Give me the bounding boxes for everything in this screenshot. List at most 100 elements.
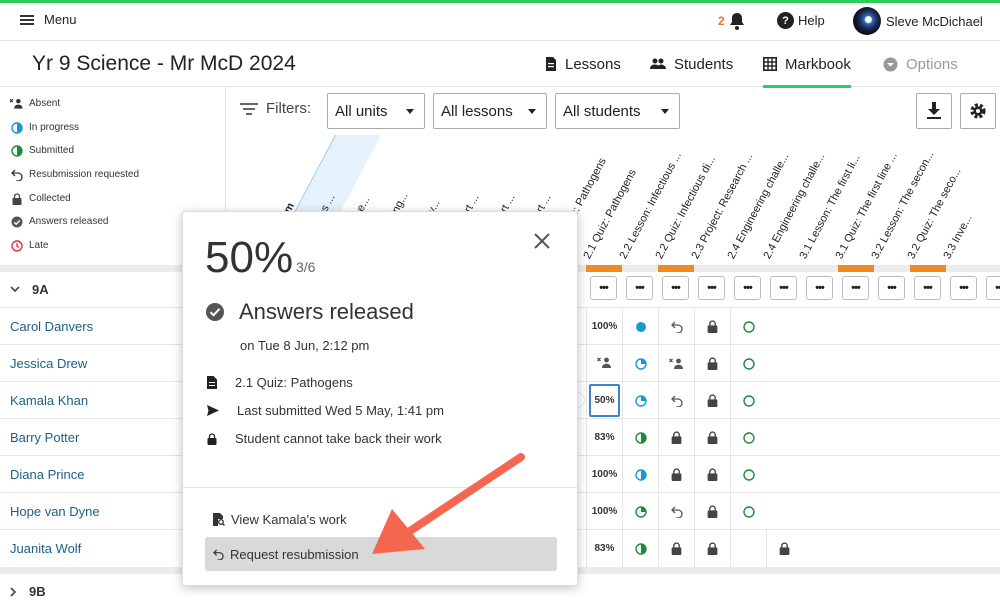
student-name-link[interactable]: Jessica Drew (10, 356, 87, 371)
chevron-down-icon (10, 286, 20, 293)
status-cell[interactable] (658, 382, 694, 419)
status-cell[interactable] (694, 530, 730, 567)
status-cell[interactable] (622, 345, 658, 382)
status-cell[interactable] (658, 308, 694, 345)
students-select[interactable]: All students (555, 93, 680, 129)
status-cell[interactable] (730, 493, 766, 530)
status-cell[interactable] (730, 345, 766, 382)
popover-lock-info: Student cannot take back their work (207, 431, 442, 446)
settings-button[interactable] (960, 93, 996, 129)
lock-icon (10, 192, 23, 205)
status-cell[interactable] (694, 456, 730, 493)
in-progress-icon (634, 468, 647, 481)
close-icon (534, 233, 550, 249)
lock-icon (707, 542, 718, 555)
download-icon (927, 102, 941, 119)
student-name-link[interactable]: Juanita Wolf (10, 541, 81, 556)
status-cell[interactable] (730, 382, 766, 419)
user-menu[interactable]: Sleve McDichael (853, 7, 983, 35)
in-progress-icon (10, 121, 23, 134)
status-cell[interactable] (730, 308, 766, 345)
score-cell[interactable]: 100% (586, 456, 622, 493)
student-name-link[interactable]: Kamala Khan (10, 393, 88, 408)
status-cell[interactable] (586, 345, 622, 382)
score-cell[interactable]: 83% (586, 530, 622, 567)
tab-students[interactable]: Students (650, 41, 733, 87)
lock-icon (707, 505, 718, 518)
status-cell[interactable] (730, 530, 766, 567)
student-name-link[interactable]: Carol Danvers (10, 319, 93, 334)
status-cell[interactable] (622, 308, 658, 345)
status-cell[interactable] (730, 419, 766, 456)
lock-icon (707, 468, 718, 481)
status-cell[interactable] (658, 493, 694, 530)
status-cell[interactable] (694, 419, 730, 456)
units-select[interactable]: All units (327, 93, 425, 129)
request-resubmission-label: Request resubmission (230, 546, 359, 562)
status-cell[interactable] (622, 419, 658, 456)
view-work-button[interactable]: View Kamala's work (205, 502, 557, 536)
undo-icon (670, 321, 683, 333)
score-value: 83% (594, 543, 615, 554)
absent-icon (597, 357, 612, 371)
status-cell[interactable] (622, 382, 658, 419)
hamburger-icon (20, 14, 34, 25)
filters-label: Filters: (240, 100, 311, 117)
not-started-icon (742, 431, 755, 444)
popover-score: 50% (205, 233, 294, 282)
filter-icon (240, 102, 258, 115)
column-header[interactable]: 3.3 Inve... (941, 213, 974, 261)
tab-markbook[interactable]: Markbook (763, 41, 851, 88)
student-name-link[interactable]: Barry Potter (10, 430, 79, 445)
popover-last-submitted: Last submitted Wed 5 May, 1:41 pm (237, 403, 444, 418)
page-title: Yr 9 Science - Mr McD 2024 (32, 52, 296, 75)
status-cell[interactable] (658, 456, 694, 493)
in-progress-icon (634, 357, 647, 370)
legend-in-progress: In progress (10, 121, 79, 134)
status-cell[interactable] (730, 456, 766, 493)
filters-bar: Filters: All units All lessons All stude… (225, 87, 1000, 135)
status-cell[interactable] (694, 493, 730, 530)
tab-lessons[interactable]: Lessons (545, 41, 621, 87)
status-cell[interactable] (694, 308, 730, 345)
chevron-right-icon (10, 586, 17, 597)
not-started-icon (742, 357, 755, 370)
avatar (853, 7, 881, 35)
check-circle-icon (10, 215, 23, 228)
status-cell[interactable] (622, 456, 658, 493)
help-button[interactable]: ? Help (777, 12, 825, 29)
status-cell[interactable] (766, 530, 802, 567)
menu-button[interactable]: Menu (20, 12, 77, 27)
gear-icon (970, 103, 986, 119)
view-work-label: View Kamala's work (231, 511, 347, 527)
legend-late: Late (10, 239, 48, 252)
check-circle-icon (206, 303, 224, 321)
notifications-button[interactable]: 2 (718, 12, 745, 30)
status-cell[interactable] (694, 382, 730, 419)
student-name-link[interactable]: Diana Prince (10, 467, 84, 482)
score-cell[interactable]: 50% (586, 382, 622, 419)
status-cell[interactable] (658, 530, 694, 567)
tab-options[interactable]: Options (883, 41, 958, 87)
status-cell[interactable] (694, 345, 730, 382)
legend-label: Resubmission requested (29, 169, 140, 180)
status-cell[interactable] (658, 419, 694, 456)
score-cell[interactable]: 100% (586, 493, 622, 530)
score-value: 83% (594, 432, 615, 443)
bell-icon (729, 13, 744, 30)
status-cell[interactable] (622, 530, 658, 567)
student-name-link[interactable]: Hope van Dyne (10, 504, 100, 519)
popover-pointer (577, 391, 586, 409)
tab-students-label: Students (674, 55, 734, 73)
score-cell[interactable]: 83% (586, 419, 622, 456)
top-bar: Menu 2 ? Help Sleve McDichael (0, 3, 1000, 41)
score-cell[interactable]: 100% (586, 308, 622, 345)
status-cell[interactable] (622, 493, 658, 530)
popover-submitted-info: Last submitted Wed 5 May, 1:41 pm (207, 403, 444, 418)
request-resubmission-button[interactable]: Request resubmission (205, 537, 557, 571)
close-button[interactable] (533, 232, 553, 252)
download-button[interactable] (916, 93, 952, 129)
not-started-icon (742, 505, 755, 518)
lessons-select[interactable]: All lessons (433, 93, 547, 129)
status-cell[interactable] (658, 345, 694, 382)
